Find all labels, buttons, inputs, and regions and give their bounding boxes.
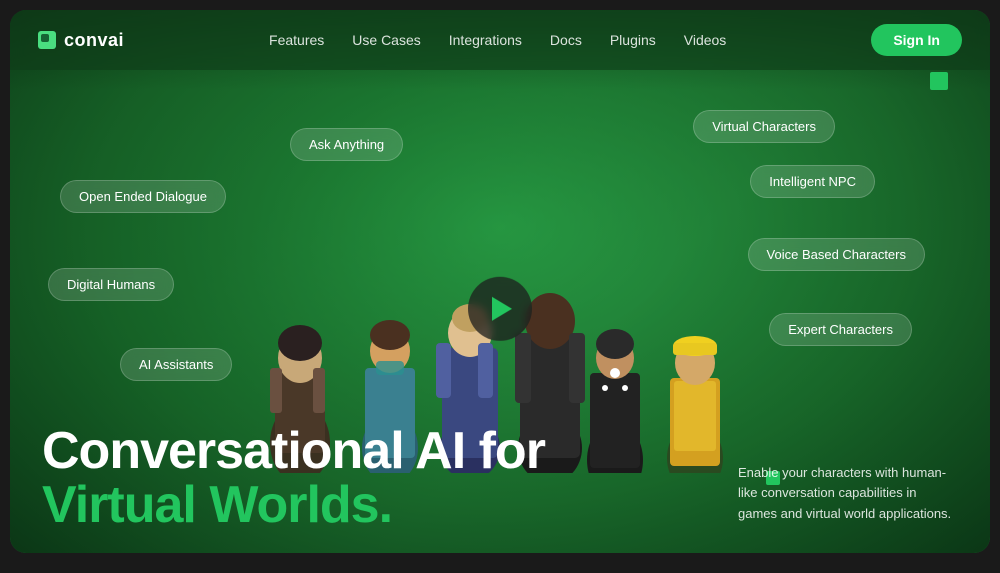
hero-area: Ask Anything Virtual Characters Open End…: [10, 70, 990, 553]
tag-voice-based-characters[interactable]: Voice Based Characters: [748, 238, 925, 271]
main-container: convai Features Use Cases Integrations D…: [10, 10, 990, 553]
hero-description: Enable your characters with human-like c…: [738, 463, 958, 525]
tag-expert-characters[interactable]: Expert Characters: [769, 313, 912, 346]
nav-links: Features Use Cases Integrations Docs Plu…: [269, 32, 726, 48]
logo[interactable]: convai: [38, 30, 124, 51]
nav-docs[interactable]: Docs: [550, 32, 582, 48]
tag-virtual-characters[interactable]: Virtual Characters: [693, 110, 835, 143]
nav-features[interactable]: Features: [269, 32, 324, 48]
navbar: convai Features Use Cases Integrations D…: [10, 10, 990, 70]
play-button[interactable]: [468, 276, 532, 340]
nav-integrations[interactable]: Integrations: [449, 32, 522, 48]
nav-use-cases[interactable]: Use Cases: [352, 32, 420, 48]
logo-text: convai: [64, 30, 124, 51]
nav-plugins[interactable]: Plugins: [610, 32, 656, 48]
tag-open-ended-dialogue[interactable]: Open Ended Dialogue: [60, 180, 226, 213]
nav-videos[interactable]: Videos: [684, 32, 727, 48]
hero-title-line2: Virtual Worlds.: [42, 478, 545, 533]
play-icon: [492, 296, 512, 320]
tag-intelligent-npc[interactable]: Intelligent NPC: [750, 165, 875, 198]
hero-text: Conversational AI for Virtual Worlds.: [42, 424, 545, 533]
tag-ask-anything[interactable]: Ask Anything: [290, 128, 403, 161]
logo-icon: [38, 31, 56, 49]
tag-digital-humans[interactable]: Digital Humans: [48, 268, 174, 301]
hero-title-line1: Conversational AI for: [42, 424, 545, 479]
sign-in-button[interactable]: Sign In: [871, 24, 962, 56]
tag-ai-assistants[interactable]: AI Assistants: [120, 348, 232, 381]
